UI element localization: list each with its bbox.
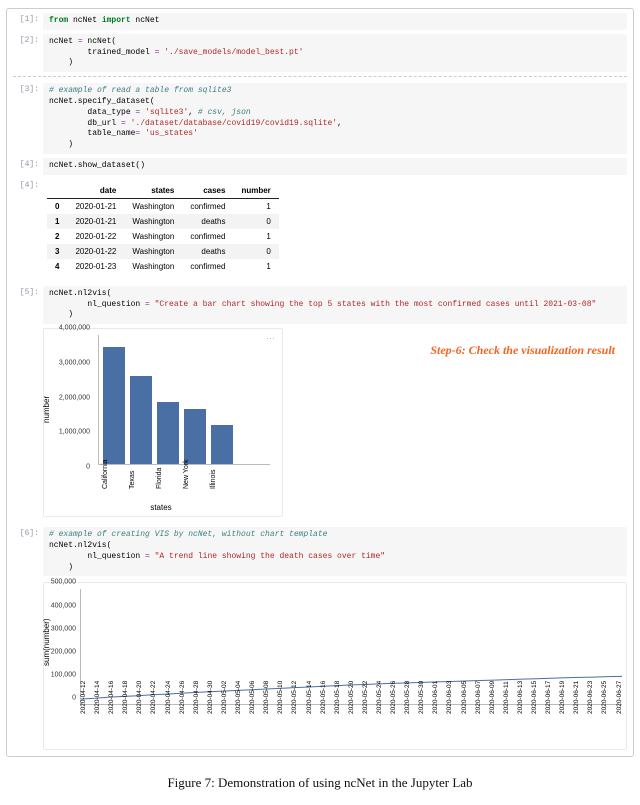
line-chart-ytick: 0	[72, 695, 76, 702]
cell-2: [2]: ncNet = ncNet( trained_model = './s…	[13, 34, 627, 72]
bar-chart-xlabel: states	[46, 503, 276, 512]
table-row: 22020-01-22Washingtonconfirmed1	[47, 229, 279, 244]
cell-3: [3]: # example of read a table from sqli…	[13, 83, 627, 154]
output-4: [4]: datestatescasesnumber 02020-01-21Wa…	[13, 179, 627, 276]
line-chart-ylabel: sum(number)	[42, 619, 51, 667]
separator	[13, 76, 627, 77]
dataset-table: datestatescasesnumber 02020-01-21Washing…	[47, 183, 279, 274]
table-header: date	[67, 183, 124, 199]
code-cell-5[interactable]: ncNet.nl2vis( nl_question = "Create a ba…	[43, 286, 627, 324]
line-chart-ytick: 400,000	[51, 602, 76, 609]
bar-chart-ytick: 4,000,000	[59, 325, 90, 332]
prompt-in-1: [1]:	[13, 15, 39, 24]
prompt-in-2: [2]:	[13, 36, 39, 45]
line-chart-xtick: 2020-06-27	[616, 708, 640, 714]
line-chart-ytick: 500,000	[51, 579, 76, 586]
table-header: cases	[182, 183, 233, 199]
table-row: 42020-01-23Washingtonconfirmed1	[47, 259, 279, 274]
cell-6: [6]: # example of creating VIS by ncNet,…	[13, 527, 627, 576]
bar-chart-ytick: 3,000,000	[59, 359, 90, 366]
table-row: 02020-01-21Washingtonconfirmed1	[47, 198, 279, 214]
prompt-in-5: [5]:	[13, 288, 39, 297]
code-cell-1[interactable]: from ncNet import ncNet	[43, 13, 627, 30]
table-header: number	[233, 183, 278, 199]
prompt-in-3: [3]:	[13, 85, 39, 94]
bar-chart-ylabel: number	[42, 396, 51, 423]
bar	[157, 402, 179, 464]
cell-1: [1]: from ncNet import ncNet	[13, 13, 627, 30]
bar-chart-ytick: 2,000,000	[59, 394, 90, 401]
bar-chart-ytick: 1,000,000	[59, 429, 90, 436]
code-cell-2[interactable]: ncNet = ncNet( trained_model = './save_m…	[43, 34, 627, 72]
line-chart-ytick: 200,000	[51, 648, 76, 655]
cell-4: [4]: ncNet.show_dataset()	[13, 158, 627, 175]
bar-chart: ⋯ 01,000,0002,000,0003,000,0004,000,000 …	[43, 328, 283, 517]
annotation-step-6: Step-6: Check the visualization result	[430, 343, 615, 358]
figure-caption: Figure 7: Demonstration of using ncNet i…	[6, 775, 634, 791]
table-row: 12020-01-21Washingtondeaths0	[47, 214, 279, 229]
prompt-out-4: [4]:	[13, 181, 39, 190]
bar-chart-ytick: 0	[86, 464, 90, 471]
table-header	[47, 183, 67, 199]
cell-5: [5]: ncNet.nl2vis( nl_question = "Create…	[13, 286, 627, 324]
bar	[211, 425, 233, 464]
bar-chart-xtick: Illinois	[210, 467, 250, 489]
bar	[130, 376, 152, 464]
bar	[184, 409, 206, 464]
table-header: states	[124, 183, 182, 199]
code-cell-6[interactable]: # example of creating VIS by ncNet, with…	[43, 527, 627, 576]
code-cell-4[interactable]: ncNet.show_dataset()	[43, 158, 627, 175]
line-chart: 0 100,000 200,000 300,000 400,000 500,000 sum…	[43, 582, 627, 750]
table-row: 32020-01-22Washingtondeaths0	[47, 244, 279, 259]
jupyter-notebook: Step-1: Import the ncNet package Step-2:…	[6, 8, 634, 757]
bar	[103, 347, 125, 464]
code-cell-3[interactable]: # example of read a table from sqlite3 n…	[43, 83, 627, 154]
prompt-in-4: [4]:	[13, 160, 39, 169]
prompt-in-6: [6]:	[13, 529, 39, 538]
line-chart-ytick: 300,000	[51, 625, 76, 632]
line-chart-ytick: 100,000	[51, 672, 76, 679]
